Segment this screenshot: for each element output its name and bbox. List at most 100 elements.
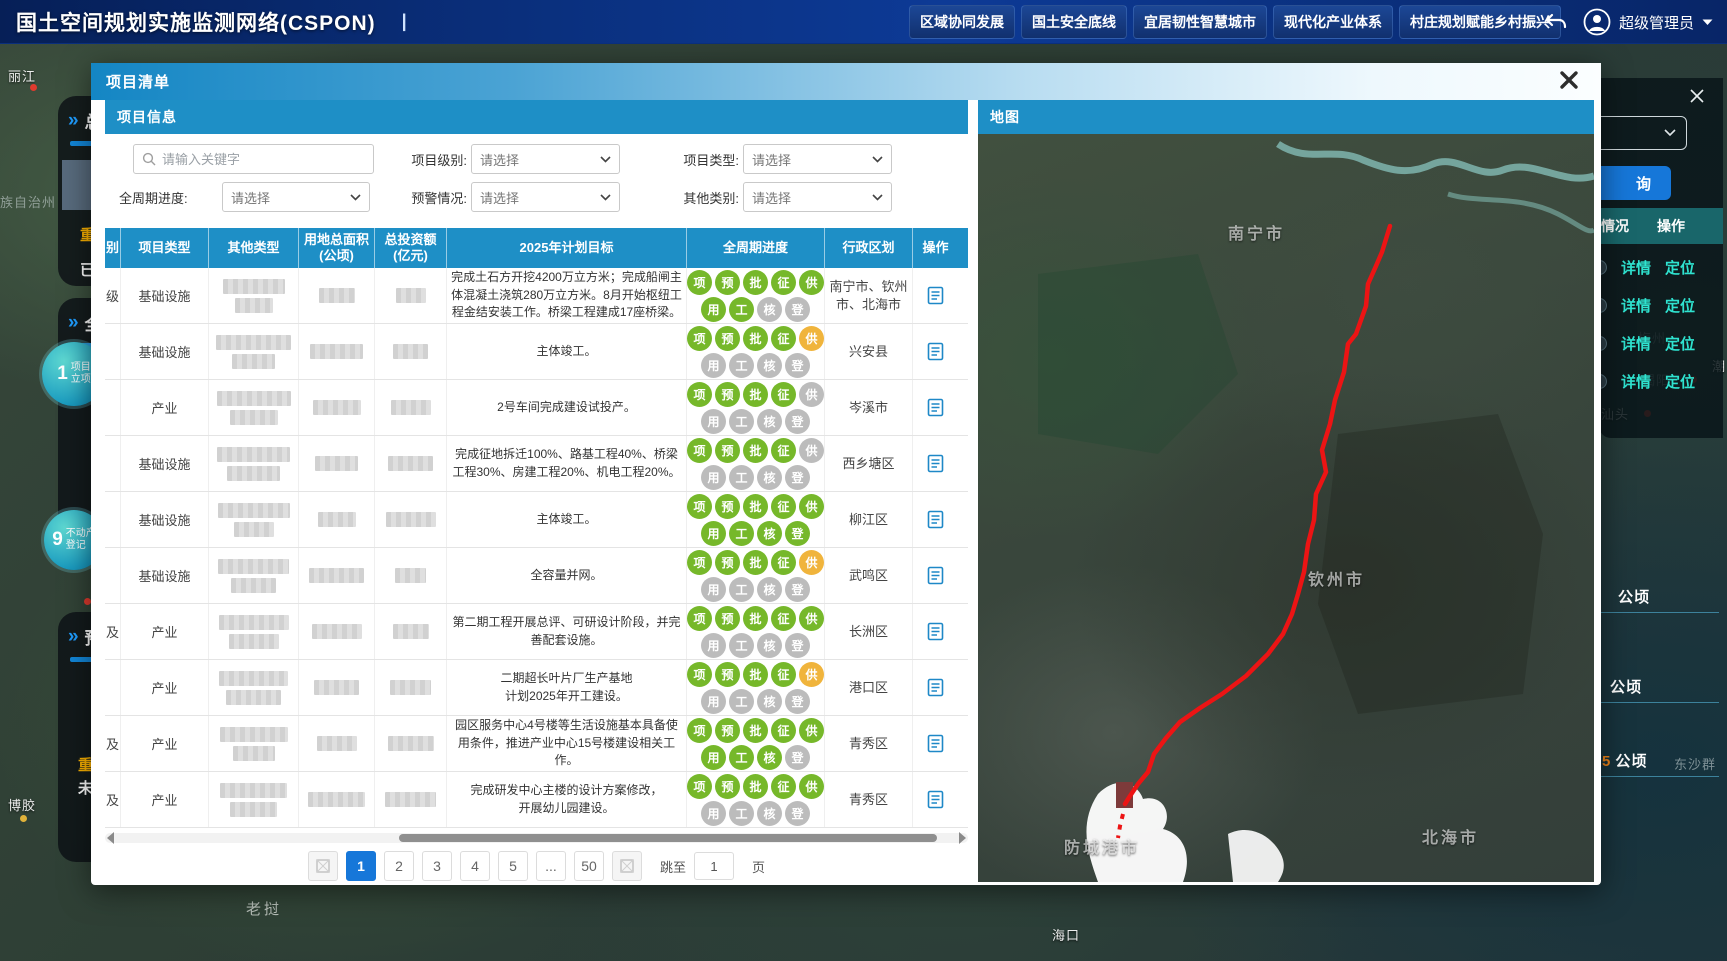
redacted-block bbox=[220, 727, 288, 742]
redacted-block bbox=[231, 578, 276, 593]
progress-badge-预: 预 bbox=[715, 494, 740, 519]
document-detail-icon[interactable] bbox=[927, 790, 944, 809]
jump-page-input[interactable] bbox=[694, 852, 734, 880]
document-detail-icon[interactable] bbox=[927, 734, 944, 753]
progress-badge-工: 工 bbox=[729, 689, 754, 714]
progress-badge-征: 征 bbox=[771, 270, 796, 295]
locate-link[interactable]: 定位 bbox=[1665, 295, 1695, 316]
progress-badge-用: 用 bbox=[701, 577, 726, 602]
nav-button-现代化产业体系[interactable]: 现代化产业体系 bbox=[1273, 5, 1393, 39]
coast-water-2 bbox=[1228, 830, 1284, 882]
document-detail-icon[interactable] bbox=[927, 398, 944, 417]
table-row: 及产业第二期工程开展总评、可研设计阶段，并完善配套设施。项预批征供用工核登长洲区 bbox=[105, 604, 968, 660]
nav-button-国土安全底线[interactable]: 国土安全底线 bbox=[1021, 5, 1127, 39]
progress-badge-供: 供 bbox=[799, 606, 824, 631]
cell-progress-badges: 项预批征供用工核登 bbox=[687, 604, 825, 659]
table-row: 产业二期超长叶片厂生产基地 计划2025年开工建设。项预批征供用工核登港口区 bbox=[105, 660, 968, 716]
progress-badge-工: 工 bbox=[729, 353, 754, 378]
right-panel-region-select[interactable]: 部 bbox=[1599, 116, 1687, 150]
progress-badge-预: 预 bbox=[715, 270, 740, 295]
map-marker-dot bbox=[20, 815, 27, 822]
page-button-5[interactable]: 5 bbox=[498, 851, 528, 881]
nav-button-村庄规划赋能乡村振兴[interactable]: 村庄规划赋能乡村振兴 bbox=[1399, 5, 1561, 39]
redacted-block bbox=[230, 410, 278, 425]
page-button-4[interactable]: 4 bbox=[460, 851, 490, 881]
filter-select-progress[interactable]: 请选择 bbox=[222, 182, 370, 212]
detail-link[interactable]: 详情 bbox=[1621, 333, 1651, 354]
cell-region: 柳江区 bbox=[825, 492, 913, 547]
progress-badge-工: 工 bbox=[729, 801, 754, 826]
detail-link[interactable]: 详情 bbox=[1621, 371, 1651, 392]
document-detail-icon[interactable] bbox=[927, 566, 944, 585]
redacted-block bbox=[393, 624, 429, 639]
modal-close-icon[interactable] bbox=[1559, 70, 1579, 95]
document-detail-icon[interactable] bbox=[927, 622, 944, 641]
redacted-block bbox=[226, 690, 281, 705]
locate-link[interactable]: 定位 bbox=[1665, 371, 1695, 392]
scroll-right-arrow[interactable] bbox=[959, 832, 966, 844]
scroll-left-arrow[interactable] bbox=[107, 832, 114, 844]
page-button-3[interactable]: 3 bbox=[422, 851, 452, 881]
locate-link[interactable]: 定位 bbox=[1665, 257, 1695, 278]
map-city-label-防城港市: 防城港市 bbox=[1064, 834, 1140, 858]
locate-link[interactable]: 定位 bbox=[1665, 333, 1695, 354]
search-input[interactable] bbox=[162, 152, 365, 167]
chevron-down-icon bbox=[600, 194, 611, 201]
map-panel: 地图 南宁市钦州市防城港市北海市 bbox=[978, 100, 1594, 882]
document-detail-icon[interactable] bbox=[927, 342, 944, 361]
redacted-block bbox=[391, 400, 431, 415]
nav-button-宜居韧性智慧城市[interactable]: 宜居韧性智慧城市 bbox=[1133, 5, 1267, 39]
user-name: 超级管理员 bbox=[1619, 12, 1694, 33]
document-detail-icon[interactable] bbox=[927, 454, 944, 473]
progress-badge-供: 供 bbox=[799, 270, 824, 295]
query-button[interactable]: 询 bbox=[1599, 166, 1671, 200]
cell-action bbox=[913, 380, 958, 435]
cell-other-type-redacted bbox=[209, 772, 299, 827]
map-viewport[interactable]: 南宁市钦州市防城港市北海市 bbox=[978, 134, 1594, 882]
progress-badges: 项预批征供用工核登 bbox=[687, 326, 824, 378]
redacted-block bbox=[388, 736, 434, 751]
column-header-行政区划: 行政区划 bbox=[825, 228, 913, 268]
chevron-down-icon bbox=[872, 156, 883, 163]
document-detail-icon[interactable] bbox=[927, 510, 944, 529]
double-chevron-icon: » bbox=[68, 313, 79, 332]
page-button-2[interactable]: 2 bbox=[384, 851, 414, 881]
cell-region: 南宁市、钦州市、北海市 bbox=[825, 268, 913, 323]
stat-label: 项目 立项 bbox=[71, 362, 91, 387]
redacted-block bbox=[310, 344, 363, 359]
filter-select-warning[interactable]: 请选择 bbox=[471, 182, 620, 212]
progress-badge-批: 批 bbox=[743, 270, 768, 295]
redacted-content bbox=[209, 559, 298, 593]
detail-link[interactable]: 详情 bbox=[1621, 257, 1651, 278]
document-detail-icon[interactable] bbox=[927, 678, 944, 697]
page-button-50[interactable]: 50 bbox=[574, 851, 604, 881]
top-header-bar: 国土空间规划实施监测网络(CSPON) | 区域协同发展国土安全底线宜居韧性智慧… bbox=[0, 0, 1727, 44]
nav-button-区域协同发展[interactable]: 区域协同发展 bbox=[909, 5, 1015, 39]
progress-badge-批: 批 bbox=[743, 718, 768, 743]
redacted-block bbox=[318, 512, 356, 527]
document-detail-icon[interactable] bbox=[927, 286, 944, 305]
progress-badge-工: 工 bbox=[729, 577, 754, 602]
search-box[interactable] bbox=[133, 144, 374, 174]
cell-project-type: 基础设施 bbox=[121, 268, 209, 323]
page-next-button[interactable] bbox=[612, 851, 642, 881]
filter-select-level[interactable]: 请选择 bbox=[471, 144, 620, 174]
redacted-block bbox=[223, 279, 285, 294]
progress-badge-登: 登 bbox=[785, 409, 810, 434]
cell-investment-redacted bbox=[375, 716, 447, 771]
back-arrow-icon[interactable] bbox=[1543, 9, 1569, 35]
progress-badge-征: 征 bbox=[771, 718, 796, 743]
page-prev-button[interactable] bbox=[308, 851, 338, 881]
user-menu[interactable]: 超级管理员 bbox=[1583, 8, 1713, 36]
horizontal-scrollbar[interactable] bbox=[105, 833, 968, 843]
filter-select-type[interactable]: 请选择 bbox=[743, 144, 892, 174]
page-button-1[interactable]: 1 bbox=[346, 851, 376, 881]
app-title: 国土空间规划实施监测网络(CSPON) bbox=[16, 7, 376, 37]
right-panel-close-icon[interactable] bbox=[1689, 88, 1705, 109]
progress-badge-征: 征 bbox=[771, 326, 796, 351]
detail-link[interactable]: 详情 bbox=[1621, 295, 1651, 316]
map-city-label-南宁市: 南宁市 bbox=[1228, 220, 1285, 244]
scrollbar-thumb[interactable] bbox=[399, 834, 937, 842]
filter-select-other[interactable]: 请选择 bbox=[743, 182, 892, 212]
project-info-panel: 项目信息 项目级别: 请选择 项目类型: 请选择 全周期进度: 请选择 bbox=[105, 100, 968, 881]
